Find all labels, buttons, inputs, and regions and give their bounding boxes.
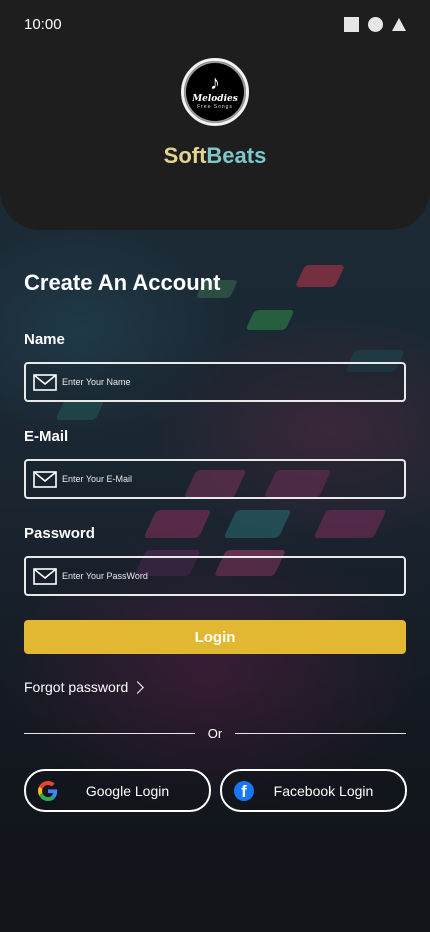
brand-name-part2: Beats xyxy=(206,143,267,168)
forgot-password-link[interactable]: Forgot password xyxy=(24,679,145,695)
header-panel: 10:00 ♪ Melodies Free Songs SoftBeats xyxy=(0,0,430,230)
facebook-login-label: Facebook Login xyxy=(273,782,374,799)
circle-icon xyxy=(368,16,383,32)
email-placeholder: Enter Your E-Mail xyxy=(62,474,133,484)
logo-name: Melodies xyxy=(192,94,238,104)
facebook-login-button[interactable]: f Facebook Login xyxy=(220,769,407,812)
password-field[interactable]: Enter Your PassWord xyxy=(24,556,406,596)
google-icon xyxy=(38,780,58,801)
status-bar: 10:00 xyxy=(0,0,430,48)
brand-name-part1: Soft xyxy=(163,143,207,168)
name-field[interactable]: Enter Your Name xyxy=(24,362,406,402)
mail-icon xyxy=(33,470,57,488)
mail-icon xyxy=(33,373,57,391)
divider-right xyxy=(235,733,406,734)
name-placeholder: Enter Your Name xyxy=(62,377,131,387)
facebook-icon: f xyxy=(234,780,254,801)
password-placeholder: Enter Your PassWord xyxy=(62,571,148,581)
email-label: E-Mail xyxy=(24,428,69,445)
name-label: Name xyxy=(24,331,65,348)
page-title: Create An Account xyxy=(24,270,221,295)
mail-icon xyxy=(33,567,57,585)
logo-subtitle: Free Songs xyxy=(197,104,233,110)
email-field[interactable]: Enter Your E-Mail xyxy=(24,459,406,499)
music-note-icon: ♪ xyxy=(210,72,220,94)
forgot-password-label: Forgot password xyxy=(24,679,129,695)
chevron-right-icon xyxy=(131,680,145,694)
password-label: Password xyxy=(24,525,95,542)
app-logo: ♪ Melodies Free Songs xyxy=(181,58,249,126)
square-icon xyxy=(344,16,359,32)
google-login-label: Google Login xyxy=(85,782,170,799)
triangle-icon xyxy=(392,17,406,31)
google-login-button[interactable]: Google Login xyxy=(24,769,211,812)
login-button[interactable]: Login xyxy=(24,620,406,654)
status-time: 10:00 xyxy=(24,15,62,33)
brand-name: SoftBeats xyxy=(0,143,430,169)
status-icons xyxy=(344,16,406,32)
